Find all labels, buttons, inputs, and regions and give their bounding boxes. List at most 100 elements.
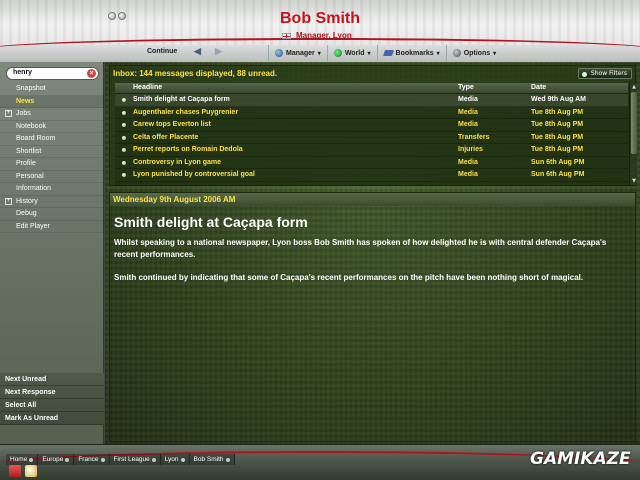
dropdown-icon (151, 457, 156, 462)
expand-icon[interactable]: + (5, 110, 12, 117)
message-status-icon (122, 148, 126, 152)
row-date: Tue 8th Aug PM (531, 121, 584, 128)
sidebar-item-label: Jobs (16, 110, 31, 117)
row-headline: Controversy in Lyon game (133, 158, 222, 166)
table-row[interactable]: Perret reports on Romain Dedola Injuries… (115, 144, 628, 157)
sidebar-item-personal[interactable]: Personal (0, 171, 104, 183)
sidebar-item-history[interactable]: + History (0, 196, 104, 208)
message-status-icon (122, 135, 126, 140)
watermark-logo: GAMIKAZE (530, 449, 631, 469)
next-unread-button[interactable]: Next Unread (0, 373, 104, 386)
menu-bookmarks-label: Bookmarks (395, 49, 434, 57)
menu-options[interactable]: Options ▾ (445, 45, 502, 61)
row-type: Media (458, 96, 478, 103)
row-headline: Perret reports on Romain Dedola (133, 146, 243, 153)
dropdown-icon (100, 457, 105, 462)
message-status-icon (122, 123, 126, 127)
dropdown-icon (225, 457, 230, 462)
menu-bookmarks[interactable]: Bookmarks ▾ (376, 45, 446, 61)
sidebar-nav: Snapshot News + Jobs Notebook Board Room… (0, 83, 104, 233)
menu-world[interactable]: World ▾ (326, 45, 377, 61)
expand-icon[interactable]: + (5, 197, 12, 205)
close-icon[interactable] (118, 12, 126, 20)
table-row[interactable]: Smith delight at Caçapa form Media Wed 9… (115, 94, 628, 107)
menu-manager[interactable]: Manager ▾ (268, 45, 327, 61)
table-row[interactable]: Carew tops Everton list Media Tue 8th Au… (115, 119, 628, 132)
breadcrumb-europe[interactable]: Europe (38, 454, 75, 465)
sidebar-item-news[interactable]: News (0, 95, 104, 108)
column-headline[interactable]: Headline (133, 84, 162, 91)
search-input[interactable]: henry × (6, 67, 99, 80)
table-row[interactable]: Augenthaler chases Puygrenier Media Tue … (115, 107, 628, 119)
forward-arrow-icon[interactable]: ▶ (215, 46, 222, 57)
inbox-table: Headline Type Date Smith delight at Caça… (115, 83, 637, 185)
window-controls (108, 12, 126, 20)
breadcrumb-label: First League (113, 456, 150, 463)
table-header: Headline Type Date (115, 83, 628, 94)
message-date: Wednesday 9th August 2006 AM (110, 193, 635, 206)
smiley-icon[interactable] (25, 465, 37, 477)
row-headline: Celta offer Placente (133, 133, 199, 141)
sidebar-item-profile[interactable]: Profile (0, 158, 104, 171)
gear-icon (452, 49, 461, 57)
row-headline: Smith delight at Caçapa form (133, 96, 230, 103)
sidebar-item-board-room[interactable]: Board Room (0, 133, 104, 146)
show-filters-button[interactable]: Show Filters (577, 68, 632, 79)
inbox-scrollbar[interactable]: ▲ ▼ (629, 83, 637, 185)
main-menu: Manager ▾ World ▾ Bookmarks ▾ Options ▾ (268, 45, 502, 61)
sidebar-item-debug[interactable]: Debug (0, 208, 104, 221)
column-date[interactable]: Date (531, 84, 546, 91)
breadcrumb-label: Home (10, 456, 28, 463)
mark-as-unread-button[interactable]: Mark As Unread (0, 412, 104, 425)
message-status-icon (122, 98, 126, 102)
row-date: Sun 6th Aug PM (531, 158, 585, 166)
dropdown-icon (65, 457, 70, 462)
sidebar-item-notebook[interactable]: Notebook (0, 121, 104, 133)
dropdown-icon (180, 457, 185, 462)
table-row[interactable]: Lyon punished by controversial goal Medi… (115, 169, 628, 182)
sidebar-item-information[interactable]: Information (0, 183, 104, 196)
scrollbar-thumb[interactable] (631, 92, 637, 154)
sidebar-item-shortlist[interactable]: Shortlist (0, 146, 104, 158)
table-body: Smith delight at Caçapa form Media Wed 9… (115, 94, 628, 182)
clear-search-icon[interactable]: × (87, 69, 96, 78)
row-headline: Carew tops Everton list (133, 121, 211, 128)
breadcrumb-bob-smith[interactable]: Bob Smith (189, 454, 235, 465)
chevron-down-icon: ▾ (436, 50, 440, 57)
row-date: Tue 8th Aug PM (531, 146, 584, 153)
table-row[interactable]: Controversy in Lyon game Media Sun 6th A… (115, 157, 628, 169)
breadcrumb-home[interactable]: Home (6, 454, 39, 465)
message-title: Smith delight at Caçapa form (114, 214, 308, 230)
row-type: Media (458, 108, 478, 116)
back-arrow-icon[interactable]: ◀ (194, 46, 201, 57)
row-headline: Lyon punished by controversial goal (133, 171, 255, 178)
navigation-bar: Continue ◀ ▶ Manager ▾ World ▾ Bookmarks… (110, 45, 530, 61)
menu-world-label: World (344, 49, 365, 57)
inbox-actions: Next Unread Next Response Select All Mar… (0, 373, 104, 425)
breadcrumb-label: France (78, 456, 99, 463)
sidebar-item-snapshot[interactable]: Snapshot (0, 83, 104, 96)
message-panel: Wednesday 9th August 2006 AM Smith delig… (109, 192, 636, 442)
select-all-button[interactable]: Select All (0, 399, 104, 412)
breadcrumb-first-league[interactable]: First League (109, 454, 161, 465)
table-row[interactable]: Celta offer Placente Transfers Tue 8th A… (115, 132, 628, 144)
dropdown-icon (29, 457, 34, 462)
breadcrumb-lyon[interactable]: Lyon (160, 454, 190, 465)
scroll-up-icon[interactable]: ▲ (631, 84, 637, 90)
inbox-summary: Inbox: 144 messages displayed, 88 unread… (113, 69, 278, 78)
scroll-down-icon[interactable]: ▼ (631, 178, 637, 184)
sidebar-item-jobs[interactable]: + Jobs (0, 108, 104, 121)
menu-manager-label: Manager (286, 49, 315, 57)
breadcrumb-label: Bob Smith (193, 456, 224, 463)
message-paragraph: Smith continued by indicating that some … (114, 273, 584, 282)
mail-icon[interactable] (9, 465, 21, 477)
header: Bob Smith Manager, Lyon Continue ◀ ▶ Man… (0, 0, 640, 62)
row-type: Media (458, 171, 478, 178)
continue-button[interactable]: Continue (147, 48, 177, 55)
minimize-icon[interactable] (108, 12, 116, 20)
breadcrumb-france[interactable]: France (74, 454, 110, 465)
sidebar-item-edit-player[interactable]: Edit Player (0, 221, 104, 233)
next-response-button[interactable]: Next Response (0, 386, 104, 399)
message-paragraph: Whilst speaking to a national newspaper,… (114, 238, 607, 259)
column-type[interactable]: Type (458, 84, 474, 91)
